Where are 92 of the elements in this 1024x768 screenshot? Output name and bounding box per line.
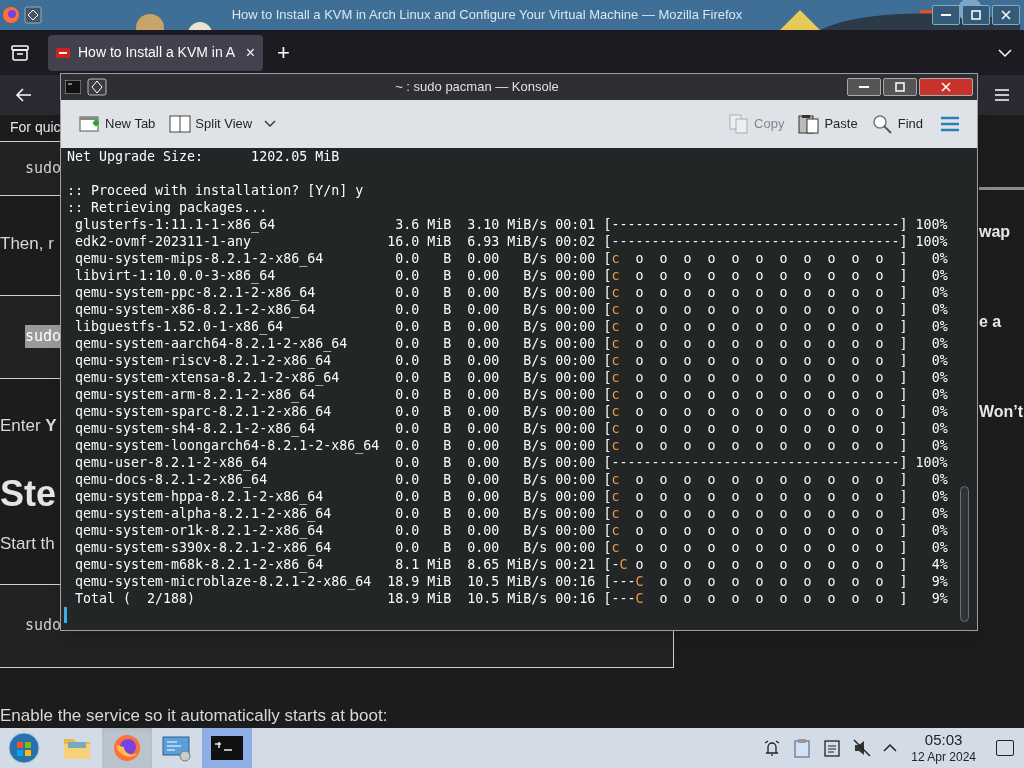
terminal-line: libvirt-1:10.0.0-3-x86_64 0.0 B 0.00 B/s 00:00 [c o o o o o o o o o o o ] 0%: [74, 267, 948, 284]
terminal-line: qemu-system-sparc-8.2.1-2-x86_64 0.0 B 0.00 B/s 00:00 [c o o o o o o o o o o o ] 0%: [74, 403, 948, 420]
minimize-icon: [859, 86, 869, 88]
muted-speaker-icon: [853, 739, 872, 757]
alarm-icon: [763, 739, 782, 757]
code-text: sudo: [25, 325, 62, 348]
paragraph-text: Start th: [0, 534, 55, 553]
terminal-line: qemu-system-aarch64-8.2.1-2-x86_64 0.0 B 0.00 B/s 00:00 [c o o o o o o o o o o o ] 0%: [74, 335, 948, 352]
new-tab-button[interactable]: +: [277, 41, 290, 64]
toolbar-button[interactable]: New Tab: [77, 108, 158, 140]
browser-tab[interactable]: How to Install a KVM in A ×: [48, 34, 263, 71]
terminal-line: qemu-system-hppa-8.2.1-2-x86_64 0.0 B 0.00 B/s 00:00 [c o o o o o o o o o o o ] 0%: [74, 488, 948, 505]
terminal-line: :: Retrieving packages...: [67, 199, 268, 216]
terminal-line: qemu-system-microblaze-8.2.1-2-x86_64 18.9 MiB 10.5 MiB/s 00:16 [---C o o o o o o o o o o ] 9%: [74, 573, 948, 590]
back-button[interactable]: [15, 86, 33, 104]
terminal-line: qemu-system-x86-8.2.1-2-x86_64 0.0 B 0.00 B/s 00:00 [c o o o o o o o o o o o ] 0%: [74, 301, 948, 318]
monitor-icon: [161, 734, 193, 762]
browser-icon: [2, 6, 20, 24]
close-button[interactable]: [992, 5, 1020, 25]
tab-close-button[interactable]: ×: [245, 44, 255, 61]
terminal-line: Net Upgrade Size: 1202.05 MiB: [67, 148, 340, 165]
code-text: sudo: [25, 158, 62, 180]
search-icon: [871, 114, 894, 134]
terminal-line: qemu-system-xtensa-8.2.1-2-x86_64 0.0 B 0.00 B/s 00:00 [c o o o o o o o o o o o ] 0%: [74, 369, 948, 386]
terminal-line: libguestfs-1.52.0-1-x86_64 0.0 B 0.00 B/s 00:00 [c o o o o o o o o o o o ] 0%: [74, 318, 948, 335]
code-text: sudo: [25, 615, 62, 637]
banner-text: For quic: [10, 118, 61, 138]
notes-icon: [823, 739, 842, 757]
terminal-icon: [65, 80, 81, 94]
new-tab-icon: [79, 114, 101, 134]
terminal-line: qemu-docs-8.2.1-2-x86_64 0.0 B 0.00 B/s 00:00 [c o o o o o o o o o o o ] 0%: [74, 471, 948, 488]
browser-icon: [112, 733, 142, 763]
paragraph-text: Then, r: [0, 234, 54, 253]
toolbar-button[interactable]: Find: [869, 108, 925, 140]
chevron-down-icon: [264, 120, 277, 128]
clipboard-icon: [793, 738, 812, 758]
section-heading: Ste: [0, 473, 57, 514]
close-icon: [941, 82, 951, 92]
favicon-icon: [56, 47, 70, 58]
terminal-line: :: Proceed with installation? [Y/n] y: [67, 182, 364, 199]
paragraph-text: wap: [979, 222, 1011, 242]
tab-title: How to Install a KVM in A: [78, 43, 237, 62]
terminal-line: qemu-system-or1k-8.2.1-2-x86_64 0.0 B 0.00 B/s 00:00 [c o o o o o o o o o o o ] 0%: [74, 522, 948, 539]
back-arrow-icon: [15, 86, 33, 104]
paragraph-text: Enter Y: [0, 415, 57, 435]
clock-time: 05:03: [924, 731, 963, 750]
scrollbar-thumb[interactable]: [960, 486, 969, 622]
minimize-button[interactable]: [932, 5, 960, 25]
menu-icon: [940, 116, 960, 132]
terminal-line: qemu-system-m68k-8.2.1-2-x86_64 8.1 MiB 8.65 MiB/s 00:21 [-C o o o o o o o o o o o ] 4%: [74, 556, 948, 573]
terminal-line: qemu-user-8.2.1-2-x86_64 0.0 B 0.00 B/s 00:00 [------------------------------------] 100%: [74, 454, 948, 471]
maximize-icon: [971, 10, 981, 20]
toolbar-button[interactable]: Paste: [796, 108, 860, 140]
terminal-line: qemu-system-alpha-8.2.1-2-x86_64 0.0 B 0.00 B/s 00:00 [c o o o o o o o o o o o ] 0%: [74, 505, 948, 522]
terminal-line: Total ( 2/188) 18.9 MiB 10.5 MiB/s 00:16 [---C o o o o o o o o o o ] 9%: [74, 590, 948, 607]
maximize-button[interactable]: [962, 5, 990, 25]
window-title: How to Install a KVM in Arch Linux and Configure Your Virtual Machine — Mozilla Firefox: [231, 6, 743, 25]
minimize-button[interactable]: [847, 78, 881, 96]
paste-icon: [798, 114, 821, 134]
chevron-up-icon: [883, 743, 898, 753]
toolbar-button[interactable]: Split View: [167, 108, 255, 140]
terminal-line: qemu-system-riscv-8.2.1-2-x86_64 0.0 B 0.00 B/s 00:00 [c o o o o o o o o o o o ] 0%: [74, 352, 948, 369]
start-orb-icon: [8, 732, 40, 764]
text-cursor: [64, 607, 67, 623]
taskbar-app[interactable]: [202, 728, 252, 768]
menu-button[interactable]: [994, 88, 1010, 102]
close-icon: [1001, 10, 1011, 20]
clock-date: 12 Apr 2024: [911, 749, 976, 765]
menu-icon: [994, 88, 1010, 102]
show-desktop-button[interactable]: [996, 740, 1014, 756]
paragraph-text: Enable the service so it automatically starts at boot:: [0, 705, 388, 725]
terminal-line: qemu-system-mips-8.2.1-2-x86_64 0.0 B 0.00 B/s 00:00 [c o o o o o o o o o o o ] 0%: [74, 250, 948, 267]
copy-icon: [728, 114, 751, 134]
split-view-icon: [169, 114, 192, 134]
chevron-down-icon: [998, 47, 1012, 58]
maximize-button[interactable]: [883, 78, 917, 96]
terminal-line: glusterfs-1:11.1-1-x86_64 3.6 MiB 3.10 MiB/s 00:01 [------------------------------------] 100%: [74, 216, 948, 233]
window-title: ~ : sudo pacman — Konsole: [394, 78, 560, 97]
terminal-line: qemu-system-arm-8.2.1-2-x86_64 0.0 B 0.00 B/s 00:00 [c o o o o o o o o o o o ] 0%: [74, 386, 948, 403]
terminal-line: qemu-system-loongarch64-8.2.1-2-x86_64 0.0 B 0.00 B/s 00:00 [c o o o o o o o o o o o ] 0%: [74, 437, 948, 454]
pin-icon: [87, 78, 107, 96]
terminal-line: edk2-ovmf-202311-1-any 16.0 MiB 6.93 MiB/s 00:02 [------------------------------------] 100%: [74, 233, 948, 250]
paragraph-text: Won’t: [979, 402, 1024, 422]
tray-icon: [11, 44, 29, 61]
minimize-icon: [941, 14, 951, 16]
terminal-line: qemu-system-ppc-8.2.1-2-x86_64 0.0 B 0.00 B/s 00:00 [c o o o o o o o o o o o ] 0%: [74, 284, 948, 301]
terminal-line: qemu-system-sh4-8.2.1-2-x86_64 0.0 B 0.00 B/s 00:00 [c o o o o o o o o o o o ] 0%: [74, 420, 948, 437]
pin-icon: [24, 6, 42, 24]
terminal-icon: [211, 736, 243, 760]
terminal-line: qemu-system-s390x-8.2.1-2-x86_64 0.0 B 0.00 B/s 00:00 [c o o o o o o o o o o o ] 0%: [74, 539, 948, 556]
maximize-icon: [895, 82, 905, 92]
paragraph-text: e a: [979, 312, 1002, 332]
